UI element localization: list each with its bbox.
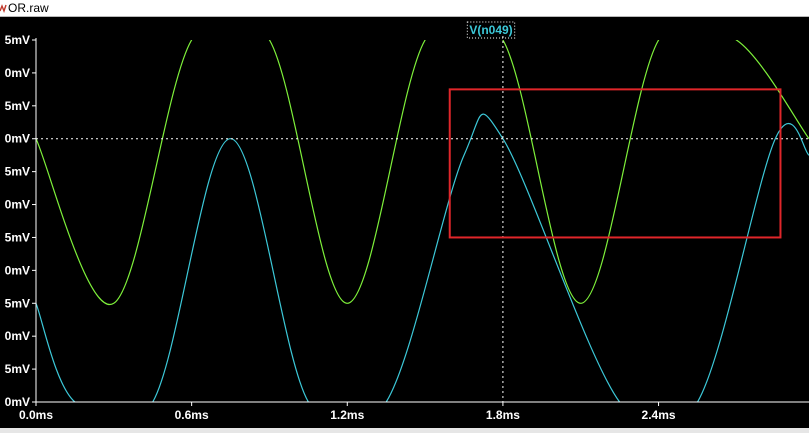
y-tick-label: 0mV [5,66,30,80]
x-tick-label: 1.8ms [486,408,520,422]
y-tick-label: 0mV [5,329,30,343]
y-tick-label: 0mV [5,263,30,277]
y-tick-label: 0mV [5,132,30,146]
y-tick-label: 0mV [5,395,30,409]
trace-name-label[interactable]: V(n049) [469,23,512,37]
y-tick-label: 5mV [5,99,30,113]
y-tick-label: 5mV [5,33,30,47]
waveform-plot[interactable]: V(n049) 5mV 0mV 5mV 0mV 5mV 0mV 5mV 0mV 5mV 0mV 5m… [0,17,809,428]
plot-background [0,17,809,428]
bottom-status-strip [0,428,809,433]
window-title: OR.raw [8,1,49,15]
window-titlebar: OR.raw [0,0,809,17]
waveform-file-icon [0,2,7,14]
y-tick-label: 5mV [5,165,30,179]
x-tick-label: 0.6ms [175,408,209,422]
x-tick-label: 0.0ms [19,408,53,422]
y-tick-label: 5mV [5,230,30,244]
x-tick-label: 1.2ms [330,408,364,422]
x-tick-label: 2.4ms [642,408,676,422]
y-tick-label: 5mV [5,362,30,376]
y-tick-label: 5mV [5,296,30,310]
y-tick-label: 0mV [5,198,30,212]
